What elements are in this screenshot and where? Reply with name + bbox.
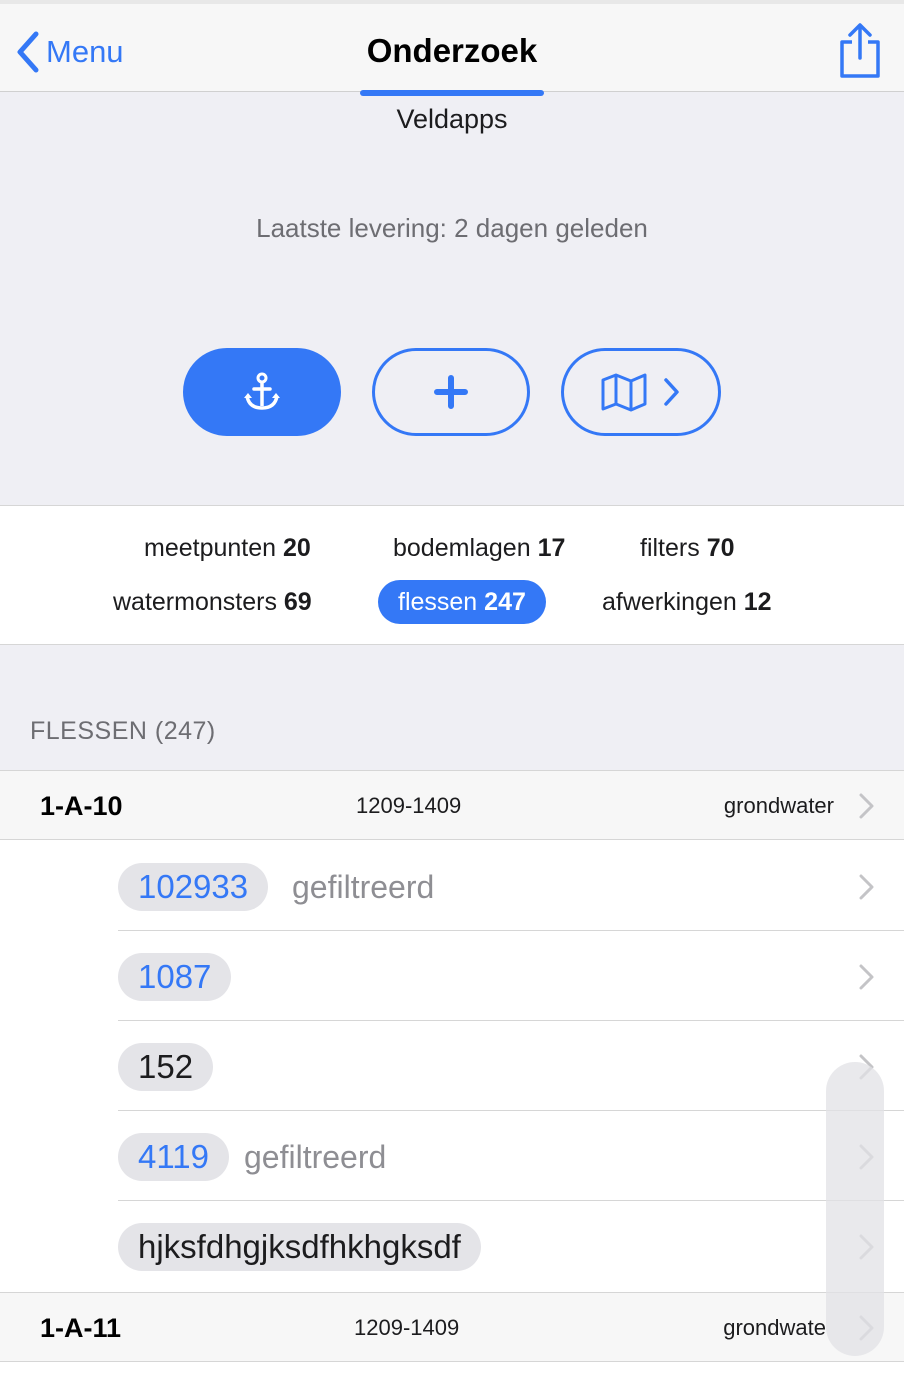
- bottle-code: 1087: [118, 953, 232, 1001]
- chevron-right-icon: [664, 378, 679, 406]
- share-icon[interactable]: [836, 22, 884, 80]
- group-date: 1209-1409: [354, 1315, 460, 1340]
- add-button[interactable]: [372, 348, 530, 436]
- tab-label: meetpunten: [144, 534, 277, 562]
- list-item[interactable]: 102933 gefiltreerd: [0, 841, 904, 931]
- tab-count: 20: [283, 534, 311, 562]
- chevron-right-icon: [859, 793, 874, 819]
- tab-filters[interactable]: filters 70: [620, 526, 755, 570]
- list-item[interactable]: 1087: [0, 931, 904, 1021]
- page-indicator: [360, 90, 544, 96]
- anchor-icon: [244, 372, 280, 410]
- map-button[interactable]: [561, 348, 721, 436]
- chevron-right-icon: [859, 874, 874, 900]
- tab-count: 17: [537, 534, 566, 562]
- bottle-code: 102933: [118, 863, 269, 911]
- group-id: 1-A-10: [40, 791, 123, 821]
- bottle-code: 4119: [118, 1133, 229, 1181]
- group-row[interactable]: 1-A-10 1209-1409 grondwater: [0, 770, 904, 840]
- tab-watermonsters[interactable]: watermonsters 69: [93, 580, 332, 624]
- plus-icon: [434, 375, 468, 409]
- tab-label: bodemlagen: [393, 534, 531, 562]
- category-tabs: meetpunten 20 bodemlagen 17 filters 70 w…: [0, 506, 904, 645]
- map-icon: [601, 373, 647, 412]
- group-date: 1209-1409: [356, 793, 462, 818]
- anchor-button[interactable]: [183, 348, 341, 436]
- project-header: Veldapps Laatste levering: 2 dagen geled…: [0, 90, 904, 506]
- bottle-code: 152: [118, 1043, 214, 1091]
- section-spacer: FLESSEN (247): [0, 645, 904, 771]
- tab-count: 247: [484, 588, 526, 616]
- tab-meetpunten[interactable]: meetpunten 20: [124, 526, 331, 570]
- tab-count: 70: [706, 534, 735, 562]
- group-type: grondwater: [723, 793, 834, 818]
- bottle-note: gefiltreerd: [292, 869, 435, 905]
- tab-label: filters: [640, 534, 700, 562]
- tab-flessen[interactable]: flessen 247: [378, 580, 546, 624]
- group-row[interactable]: 1-A-11 1209-1409 grondwate: [0, 1292, 904, 1362]
- section-header: FLESSEN (247): [30, 717, 216, 745]
- app-label: Veldapps: [396, 104, 508, 134]
- page-title: Onderzoek: [366, 32, 538, 69]
- bottle-note: gefiltreerd: [244, 1139, 387, 1175]
- tab-afwerkingen[interactable]: afwerkingen 12: [582, 580, 792, 624]
- bottle-code: hjksfdhgjksdfhkhgksdf: [118, 1223, 481, 1271]
- navigation-bar: Menu Onderzoek: [0, 0, 904, 92]
- tab-bodemlagen[interactable]: bodemlagen 17: [373, 526, 585, 570]
- list-item[interactable]: 152: [0, 1021, 904, 1111]
- tab-label: afwerkingen: [602, 588, 737, 616]
- tab-label: watermonsters: [113, 588, 277, 616]
- tab-label: flessen: [398, 588, 478, 616]
- delivery-status: Laatste levering: 2 dagen geleden: [256, 213, 648, 243]
- list-item[interactable]: hjksfdhgjksdfhkhgksdf: [0, 1201, 904, 1291]
- tab-count: 12: [743, 588, 772, 616]
- group-type: grondwate: [723, 1315, 826, 1340]
- scroll-indicator[interactable]: [826, 1062, 884, 1356]
- list-item[interactable]: 4119 gefiltreerd: [0, 1111, 904, 1201]
- group-id: 1-A-11: [40, 1313, 122, 1343]
- tab-count: 69: [283, 588, 312, 616]
- chevron-right-icon: [859, 964, 874, 990]
